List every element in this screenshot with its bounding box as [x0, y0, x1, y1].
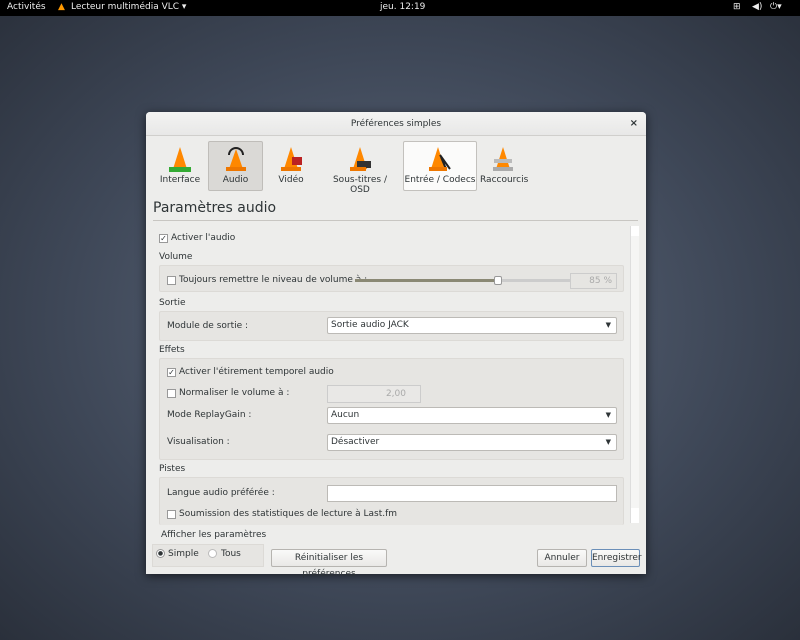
preferences-dialog: Préférences simples × Interface Audio Vi…: [146, 112, 646, 579]
audio-icon: [225, 147, 246, 171]
output-module-value: Sortie audio JACK: [331, 320, 409, 330]
close-button[interactable]: ×: [630, 118, 638, 129]
save-button[interactable]: Enregistrer: [591, 549, 642, 567]
always-reset-volume-label: Toujours remettre le niveau de volume à …: [179, 275, 368, 285]
time-stretch-checkbox[interactable]: ✓: [167, 368, 176, 377]
visualisation-label: Visualisation :: [167, 437, 230, 447]
simple-label: Simple: [168, 549, 199, 559]
scrollbar-thumb[interactable]: [631, 236, 639, 508]
divider: [153, 220, 638, 221]
power-icon[interactable]: ⏻▾: [770, 2, 782, 12]
output-group-title: Sortie: [159, 298, 186, 308]
replaygain-value: Aucun: [331, 410, 360, 420]
effects-group-title: Effets: [159, 345, 185, 355]
normalize-spinbox[interactable]: 2,00: [327, 385, 421, 403]
visualisation-value: Désactiver: [331, 437, 380, 447]
tab-label: Audio: [222, 175, 249, 185]
volume-slider-handle[interactable]: [494, 276, 502, 285]
tab-interface[interactable]: Interface: [154, 141, 206, 191]
volume-slider-fill: [355, 279, 502, 282]
tab-label: Sous-titres / OSD: [332, 175, 388, 195]
lastfm-label: Soumission des statistiques de lecture à…: [179, 509, 398, 519]
volume-value-field[interactable]: 85 %: [570, 273, 617, 289]
tab-label: Interface: [159, 175, 201, 185]
network-icon[interactable]: ⊞: [733, 2, 741, 12]
clock[interactable]: jeu. 12:19: [380, 2, 425, 12]
enable-audio-checkbox[interactable]: ✓: [159, 234, 168, 243]
time-stretch-label: Activer l'étirement temporel audio: [179, 367, 334, 377]
simple-radio[interactable]: ●: [156, 549, 165, 558]
tab-audio[interactable]: Audio: [208, 141, 263, 191]
hotkeys-icon: [493, 147, 513, 171]
video-icon: [281, 147, 302, 171]
replaygain-label: Mode ReplayGain :: [167, 410, 252, 420]
cancel-button[interactable]: Annuler: [537, 549, 587, 567]
interface-icon: [169, 147, 191, 172]
chevron-down-icon: ▼: [605, 321, 611, 329]
chevron-down-icon: ▼: [605, 438, 611, 446]
output-module-label: Module de sortie :: [167, 321, 249, 331]
normalize-label: Normaliser le volume à :: [179, 388, 290, 398]
tab-input-codecs[interactable]: Entrée / Codecs: [403, 141, 477, 191]
normalize-checkbox[interactable]: [167, 389, 176, 398]
chevron-down-icon: ▼: [605, 411, 611, 419]
top-bar: Activités ▲ Lecteur multimédia VLC ▾ jeu…: [0, 0, 800, 16]
tab-label: Vidéo: [278, 175, 304, 185]
vlc-icon: ▲: [58, 2, 65, 12]
subtitles-icon: [350, 147, 371, 171]
app-menu[interactable]: Lecteur multimédia VLC ▾: [71, 2, 186, 12]
reset-preferences-button[interactable]: Réinitialiser les préférences: [271, 549, 387, 579]
scrollbar[interactable]: [630, 226, 639, 523]
audio-language-label: Langue audio préférée :: [167, 488, 275, 498]
always-reset-volume-checkbox[interactable]: [167, 276, 176, 285]
tab-label: Raccourcis: [480, 175, 529, 185]
visualisation-select[interactable]: Désactiver ▼: [327, 434, 617, 451]
enable-audio-label: Activer l'audio: [171, 233, 236, 243]
lastfm-checkbox[interactable]: [167, 510, 176, 519]
tab-label: Entrée / Codecs: [404, 175, 476, 185]
volume-icon[interactable]: ◀): [752, 2, 762, 12]
volume-slider[interactable]: [355, 279, 570, 282]
all-radio[interactable]: [208, 549, 217, 558]
dialog-title: Préférences simples: [146, 112, 646, 136]
codecs-icon: [429, 147, 451, 171]
all-label: Tous: [221, 549, 241, 559]
tab-video[interactable]: Vidéo: [266, 141, 316, 191]
output-module-select[interactable]: Sortie audio JACK ▼: [327, 317, 617, 334]
activities-button[interactable]: Activités: [7, 2, 46, 12]
tab-hotkeys[interactable]: Raccourcis: [479, 141, 529, 191]
audio-language-input[interactable]: [327, 485, 617, 502]
section-heading: Paramètres audio: [153, 200, 277, 216]
tab-subtitles[interactable]: Sous-titres / OSD: [321, 141, 399, 195]
show-settings-title: Afficher les paramètres: [161, 530, 267, 540]
tracks-group-title: Pistes: [159, 464, 186, 474]
volume-group-title: Volume: [159, 252, 193, 262]
replaygain-select[interactable]: Aucun ▼: [327, 407, 617, 424]
